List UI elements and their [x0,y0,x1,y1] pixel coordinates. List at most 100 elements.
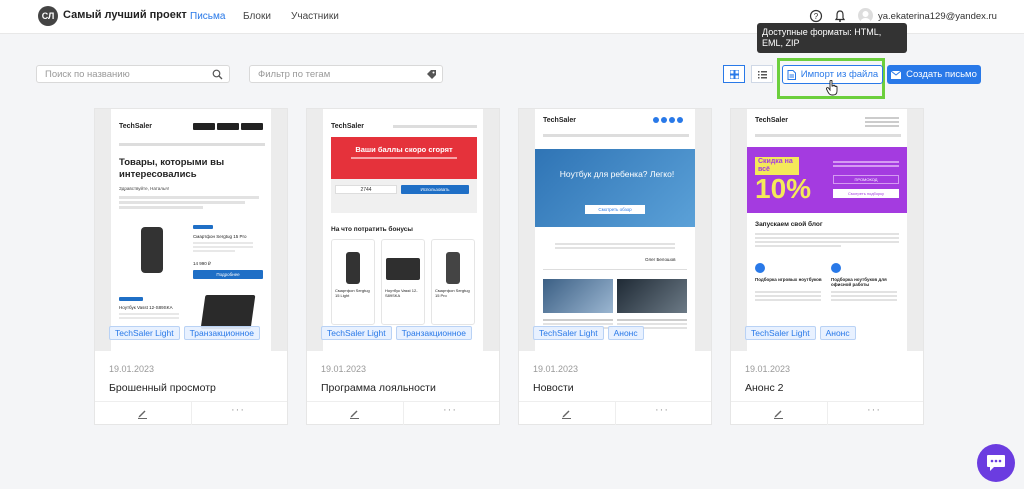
preview-button: Использовать [401,185,469,194]
edit-icon[interactable] [349,408,360,419]
search-placeholder: Поиск по названию [45,69,130,80]
news-hero: Ноутбук для ребенка? Легко! Смотреть обз… [535,149,695,227]
card-date: 19.01.2023 [109,364,155,374]
card-title[interactable]: Анонс 2 [745,382,783,394]
promo-code: ПРОМОКОД [833,175,899,184]
chat-widget-button[interactable] [977,444,1015,482]
preview-logo: TechSaler [119,123,152,130]
more-options-icon[interactable]: ··· [231,404,245,416]
nav-members[interactable]: Участники [291,11,339,22]
tag-badge[interactable]: TechSaler Light [533,326,604,340]
create-label: Создать письмо [906,69,977,80]
tag-badge[interactable]: TechSaler Light [321,326,392,340]
preview-headline: Товары, которыми вы интересовались [119,157,225,180]
project-name[interactable]: Самый лучший проект [63,9,187,21]
search-icon[interactable] [212,69,223,80]
letter-card[interactable]: TechSaler Товары, которыми вы интересова… [94,108,288,425]
preview-button: Подробнее [193,270,263,279]
preview-logo: TechSaler [543,117,576,124]
letter-preview[interactable]: TechSaler Товары, которыми вы интересова… [95,109,287,351]
tag-filter-input[interactable]: Фильтр по тегам [249,65,443,83]
chat-icon [987,455,1005,471]
tag-badge[interactable]: Анонс [607,326,644,340]
create-letter-button[interactable]: Создать письмо [887,65,981,84]
avatar[interactable] [858,8,873,23]
letter-preview[interactable]: TechSaler Скидка на всё 10% ПРОМОКОД Смо… [731,109,923,351]
search-input[interactable]: Поиск по названию [36,65,230,83]
preview-greeting: Здравствуйте, Наталья! [119,186,169,191]
grid-view-button[interactable] [723,65,745,83]
card-actions: ··· [731,401,923,425]
nav-blocks[interactable]: Блоки [243,11,271,22]
tag-list: TechSaler Light Анонс [533,326,644,340]
import-tooltip: Доступные форматы: HTML, EML, ZIP [757,23,907,53]
tag-badge[interactable]: Транзакционное [395,326,472,340]
filter-placeholder: Фильтр по тегам [258,69,331,80]
letter-card[interactable]: TechSaler Скидка на всё 10% ПРОМОКОД Смо… [730,108,924,425]
preview-price1: 14 990 ₽ [193,261,211,266]
preview-product: Ноутбук Vasst 12-S89SKA [385,288,418,298]
preview-col2: Подборка ноутбуков для офисной работы [831,277,887,287]
tag-list: TechSaler Light Анонс [745,326,856,340]
bell-icon[interactable] [833,9,847,23]
preview-col1: Подборка игровых ноутбуков [755,277,822,282]
preview-button: Смотреть обзор [585,205,645,214]
import-label: Импорт из файла [800,69,879,80]
card-date: 19.01.2023 [533,364,579,374]
svg-text:?: ? [814,12,819,21]
letter-preview[interactable]: TechSaler Ноутбук для ребенка? Легко! См… [519,109,711,351]
tag-badge[interactable]: Транзакционное [183,326,260,340]
file-icon [787,69,796,80]
edit-icon[interactable] [773,408,784,419]
letter-card[interactable]: TechSaler Ваши баллы скоро сгорят 2744 И… [306,108,500,425]
email-thumbnail: TechSaler Ноутбук для ребенка? Легко! См… [535,109,695,351]
user-email[interactable]: ya.ekaterina129@yandex.ru [878,11,997,22]
grid-icon [729,69,739,79]
project-logo[interactable]: СЛ [38,6,58,26]
preview-product: Смартфон Sergtug 15 Pro [435,288,470,298]
tag-icon[interactable] [426,69,437,80]
tag-list: TechSaler Light Транзакционное [109,326,260,340]
nav-letters[interactable]: Письма [190,11,225,22]
hero-text: Ноутбук для ребенка? Легко! [559,169,675,179]
preview-product1: Смартфон Sergtug 15 Pro [193,234,247,239]
edit-icon[interactable] [561,408,572,419]
email-thumbnail: TechSaler Товары, которыми вы интересова… [111,109,271,351]
preview-product2: Ноутбук Vasst 12-S89SKA [119,305,173,310]
card-title[interactable]: Программа лояльности [321,382,436,394]
promo-banner: Скидка на всё 10% ПРОМОКОД Смотреть подб… [747,147,907,213]
promo-value: 10% [755,173,812,204]
preview-author: Олег Белошов [645,257,676,262]
card-date: 19.01.2023 [321,364,367,374]
preview-button: Смотреть подборку [833,189,899,198]
preview-headline: Запускаем свой блог [755,221,823,228]
card-title[interactable]: Новости [533,382,574,394]
card-actions: ··· [307,401,499,425]
more-options-icon[interactable]: ··· [443,404,457,416]
letter-preview[interactable]: TechSaler Ваши баллы скоро сгорят 2744 И… [307,109,499,351]
preview-logo: TechSaler [331,123,364,130]
email-thumbnail: TechSaler Скидка на всё 10% ПРОМОКОД Смо… [747,109,907,351]
tag-badge[interactable]: Анонс [819,326,856,340]
email-thumbnail: TechSaler Ваши баллы скоро сгорят 2744 И… [323,109,483,351]
points-field: 2744 [335,185,397,194]
preview-section: На что потратить бонусы [331,226,413,233]
tag-list: TechSaler Light Транзакционное [321,326,472,340]
banner-text: Ваши баллы скоро сгорят [355,145,453,154]
card-title[interactable]: Брошенный просмотр [109,382,216,394]
card-actions: ··· [519,401,711,425]
letter-card[interactable]: TechSaler Ноутбук для ребенка? Легко! См… [518,108,712,425]
edit-icon[interactable] [137,408,148,419]
list-icon [757,70,767,78]
preview-logo: TechSaler [755,117,788,124]
help-icon[interactable]: ? [809,9,823,23]
card-actions: ··· [95,401,287,425]
tag-badge[interactable]: TechSaler Light [745,326,816,340]
more-options-icon[interactable]: ··· [655,404,669,416]
card-date: 19.01.2023 [745,364,791,374]
more-options-icon[interactable]: ··· [867,404,881,416]
preview-product: Смартфон Sergtug 15 Light [335,288,370,298]
mail-icon [891,70,902,79]
list-view-button[interactable] [751,65,773,83]
tag-badge[interactable]: TechSaler Light [109,326,180,340]
